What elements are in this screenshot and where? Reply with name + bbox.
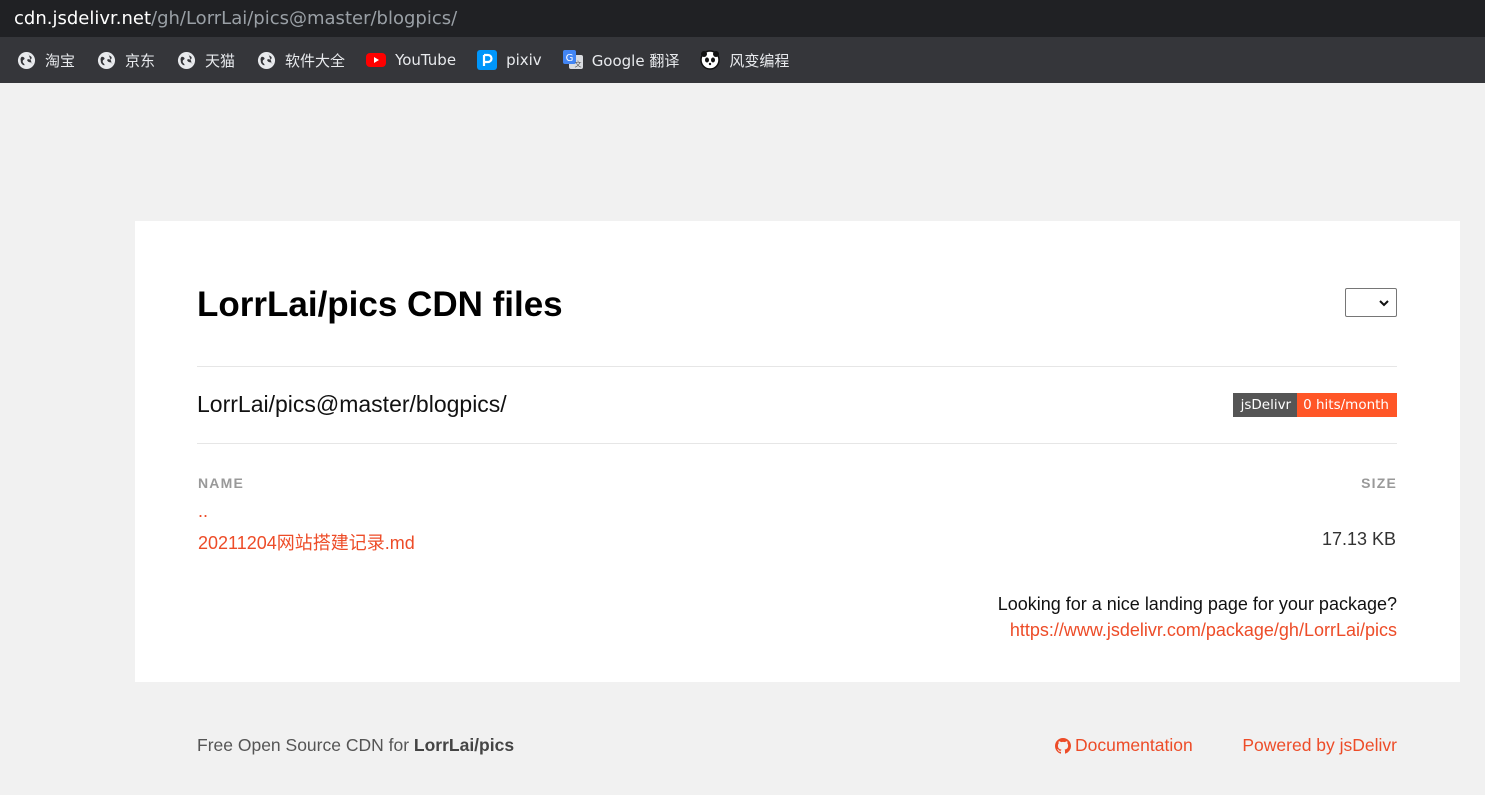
column-header-name: NAME	[198, 475, 245, 491]
bookmark-label: YouTube	[395, 51, 457, 69]
panda-icon	[700, 50, 721, 70]
bookmark-label: pixiv	[506, 51, 542, 69]
badge-value: 0 hits/month	[1297, 393, 1397, 417]
path-heading: LorrLai/pics@master/blogpics/	[197, 391, 507, 417]
pixiv-icon	[477, 50, 498, 70]
svg-text:G: G	[565, 53, 573, 64]
divider	[197, 366, 1397, 367]
column-header-size: SIZE	[1361, 475, 1397, 491]
footer-package: LorrLai/pics	[413, 735, 515, 755]
bookmark-label: 天猫	[205, 51, 236, 70]
bookmark-jd[interactable]: 京东	[96, 50, 155, 71]
chevron-down-icon	[1378, 296, 1390, 314]
globe-icon	[16, 50, 36, 70]
bookmark-label: 淘宝	[45, 51, 76, 70]
globe-icon	[176, 50, 196, 70]
footer-tagline: Free Open Source CDN for LorrLai/pics	[197, 735, 514, 756]
github-icon	[1055, 737, 1071, 754]
globe-icon	[96, 50, 116, 70]
hits-badge[interactable]: jsDelivr 0 hits/month	[1232, 393, 1397, 417]
google-translate-icon: G文	[562, 50, 583, 70]
version-select[interactable]	[1345, 288, 1397, 317]
bookmark-pixiv[interactable]: pixiv	[477, 50, 542, 70]
bookmark-taobao[interactable]: 淘宝	[16, 50, 75, 71]
powered-by-link[interactable]: Powered by jsDelivr	[1242, 735, 1397, 756]
bookmarks-bar: 淘宝 京东 天猫 软件大全 YouTube pixiv G文 Google 翻译…	[0, 37, 1485, 83]
bookmark-tmall[interactable]: 天猫	[176, 50, 235, 71]
badge-label: jsDelivr	[1232, 393, 1298, 417]
footer-prefix: Free Open Source CDN for	[197, 735, 414, 755]
url-path: /gh/LorrLai/pics@master/blogpics/	[151, 8, 458, 29]
svg-text:文: 文	[574, 60, 581, 69]
bookmark-label: 软件大全	[285, 51, 346, 70]
files-card: LorrLai/pics CDN files LorrLai/pics@mast…	[135, 221, 1460, 682]
bookmark-google-translate[interactable]: G文 Google 翻译	[562, 50, 680, 71]
landing-question: Looking for a nice landing page for your…	[997, 594, 1397, 614]
page-title: LorrLai/pics CDN files	[197, 285, 563, 324]
landing-page-link[interactable]: https://www.jsdelivr.com/package/gh/Lorr…	[1010, 620, 1397, 641]
url-host: cdn.jsdelivr.net	[14, 8, 151, 29]
documentation-label: Documentation	[1075, 735, 1193, 755]
file-link[interactable]: 20211204网站搭建记录.md	[198, 529, 415, 555]
bookmark-software[interactable]: 软件大全	[256, 50, 345, 71]
divider	[197, 443, 1397, 444]
address-bar[interactable]: cdn.jsdelivr.net/gh/LorrLai/pics@master/…	[0, 0, 1485, 37]
bookmark-label: 风变编程	[729, 51, 790, 70]
file-size: 17.13 KB	[1321, 529, 1396, 549]
bookmark-youtube[interactable]: YouTube	[366, 50, 456, 70]
globe-icon	[256, 50, 276, 70]
documentation-link[interactable]: Documentation	[1055, 735, 1193, 756]
parent-directory-link[interactable]: ..	[198, 501, 208, 522]
youtube-icon	[366, 50, 387, 70]
bookmark-label: 京东	[125, 51, 156, 70]
bookmark-label: Google 翻译	[591, 51, 680, 70]
bookmark-fengbian[interactable]: 风变编程	[700, 50, 789, 71]
